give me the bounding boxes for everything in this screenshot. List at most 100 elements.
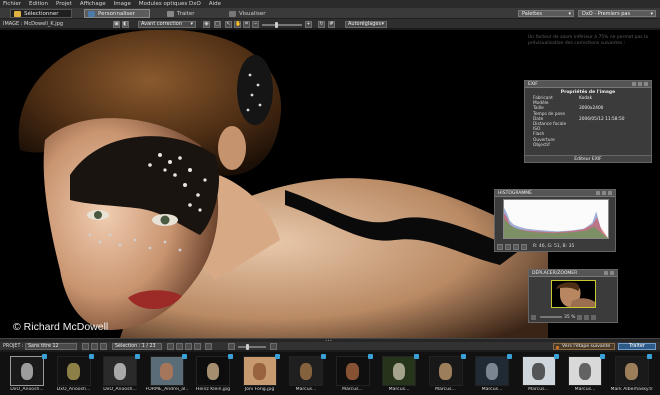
filmstrip-thumbnail bbox=[196, 356, 230, 386]
next-step-button[interactable]: Vers l'étape suivante bbox=[553, 343, 615, 350]
actual-size-icon[interactable] bbox=[591, 314, 597, 320]
filter-icon[interactable] bbox=[100, 343, 107, 350]
pin-icon[interactable] bbox=[632, 82, 636, 86]
filmstrip-item[interactable]: Joni Fong.jpg bbox=[239, 354, 281, 394]
flag-icon[interactable] bbox=[185, 343, 192, 350]
workspace-preset-dropdown[interactable]: DxO - Premiers pas ▾ bbox=[578, 10, 656, 17]
gear-icon bbox=[167, 10, 174, 17]
select-tool-icon[interactable]: ↖ bbox=[225, 20, 232, 28]
filmstrip-item[interactable]: Marcus... bbox=[285, 354, 327, 394]
filmstrip-item[interactable]: Marcus... bbox=[564, 354, 606, 394]
pin-icon[interactable] bbox=[596, 191, 600, 195]
zoom-in-icon[interactable]: + bbox=[305, 20, 312, 28]
zoom-slider[interactable] bbox=[262, 23, 302, 26]
rotate-left-icon[interactable] bbox=[167, 343, 174, 350]
pin-icon[interactable] bbox=[604, 271, 608, 275]
trash-icon[interactable] bbox=[205, 343, 212, 350]
menu-modules-optiques[interactable]: Modules optiques DxO bbox=[139, 0, 201, 8]
filmstrip-item[interactable]: FORME_Andrei_al... bbox=[146, 354, 188, 394]
rotate-right-icon[interactable] bbox=[176, 343, 183, 350]
exif-palette-header[interactable]: EXIF bbox=[525, 81, 651, 88]
filmstrip-item[interactable]: Marcus... bbox=[378, 354, 420, 394]
thumbnail-size-large-icon[interactable] bbox=[270, 343, 277, 350]
luminance-channel-icon[interactable] bbox=[505, 243, 511, 250]
exif-editor-button[interactable]: Editeur EXIF bbox=[525, 155, 651, 162]
zoom-slider-handle[interactable] bbox=[275, 21, 278, 28]
thumbnail-subject bbox=[392, 363, 406, 380]
filmstrip-item[interactable]: Marcus... bbox=[518, 354, 560, 394]
thumbnail-size-slider[interactable] bbox=[238, 345, 266, 348]
rgb-channel-icon[interactable] bbox=[497, 243, 503, 250]
thumbnail-size-small-icon[interactable] bbox=[228, 343, 235, 350]
project-name-field[interactable]: Sans titre 12 bbox=[25, 343, 77, 350]
filmstrip-item[interactable]: Marcus... bbox=[332, 354, 374, 394]
filmstrip-item[interactable]: Marcus... bbox=[471, 354, 513, 394]
palette-window-buttons bbox=[604, 271, 614, 275]
collapse-icon[interactable] bbox=[602, 191, 606, 195]
image-viewer[interactable]: Un facteur de zoom inférieur à 75% ne pe… bbox=[0, 30, 660, 338]
navigator-palette-header[interactable]: DÉPLACER/ZOOMER bbox=[529, 270, 617, 277]
crop-tool-icon[interactable]: ⌗ bbox=[243, 20, 250, 28]
collapse-icon[interactable] bbox=[638, 82, 642, 86]
color-picker-icon[interactable] bbox=[521, 243, 527, 250]
clipping-warning-icon[interactable] bbox=[513, 243, 519, 250]
navigator-palette: DÉPLACER/ZOOMER 35 % bbox=[528, 269, 618, 323]
menu-edition[interactable]: Edition bbox=[29, 0, 48, 8]
menu-image[interactable]: Image bbox=[114, 0, 131, 8]
selection-count: Sélection : 1 / 23 bbox=[112, 343, 162, 350]
exif-palette-title: EXIF bbox=[528, 81, 538, 87]
navigator-palette-title: DÉPLACER/ZOOMER bbox=[532, 270, 578, 276]
display-mode-button[interactable]: ◉ bbox=[203, 20, 210, 28]
process-button[interactable]: Traiter bbox=[618, 343, 656, 350]
navigator-thumbnail[interactable] bbox=[551, 280, 596, 308]
compare-mode-dropdown[interactable]: Avant correction ▾ bbox=[138, 20, 196, 28]
filmstrip-item[interactable]: DxO_Anoosh... bbox=[6, 354, 48, 394]
filmstrip-item[interactable]: DxO_Anoosh... bbox=[53, 354, 95, 394]
project-menu-icon[interactable] bbox=[82, 343, 89, 350]
close-icon[interactable] bbox=[608, 191, 612, 195]
filmstrip-caption: Marcus... bbox=[528, 387, 549, 392]
folder-icon bbox=[14, 10, 21, 17]
filmstrip-item[interactable]: Mark Alberhasky.tif bbox=[611, 354, 653, 394]
exif-table: Fabricant Kodak Modèle Taille 3000x2400 Te… bbox=[533, 96, 645, 148]
close-icon[interactable] bbox=[610, 271, 614, 275]
fit-icon[interactable] bbox=[584, 314, 590, 320]
rating-icon[interactable] bbox=[194, 343, 201, 350]
thumbnail-size-handle[interactable] bbox=[246, 343, 249, 350]
close-icon[interactable] bbox=[644, 82, 648, 86]
split-view-button[interactable]: ◧ bbox=[122, 20, 129, 28]
palettes-label: Palettes bbox=[522, 10, 542, 17]
zoom-in-icon[interactable] bbox=[577, 314, 583, 320]
filmstrip-item[interactable]: DxO_Anoosh... bbox=[99, 354, 141, 394]
histogram-toolbar: R: 46, G: 51, B: 35 bbox=[497, 242, 615, 251]
tab-personnaliser[interactable]: Personnaliser bbox=[84, 9, 150, 18]
zoom-out-icon[interactable]: − bbox=[252, 20, 259, 28]
menu-fichier[interactable]: Fichier bbox=[3, 0, 21, 8]
histogram-palette-header[interactable]: HISTOGRAMME bbox=[495, 190, 615, 197]
sort-icon[interactable] bbox=[91, 343, 98, 350]
grid-icon[interactable]: # bbox=[328, 20, 335, 28]
tab-selectionner[interactable]: Sélectionner bbox=[10, 9, 72, 18]
rotate-icon[interactable]: ↻ bbox=[318, 20, 325, 28]
filmstrip-thumbnail bbox=[475, 356, 509, 386]
zoom-out-icon[interactable] bbox=[531, 314, 536, 320]
tab-traiter[interactable]: Traiter bbox=[164, 9, 234, 18]
menu-affichage[interactable]: Affichage bbox=[80, 0, 106, 8]
tab-selectionner-label: Sélectionner bbox=[24, 10, 59, 17]
navigator-zoom-slider[interactable] bbox=[540, 316, 562, 318]
fit-screen-button[interactable]: □ bbox=[214, 20, 221, 28]
single-view-button[interactable]: ▣ bbox=[113, 20, 120, 28]
processed-badge-icon bbox=[321, 354, 326, 359]
filmstrip-caption: Marcus... bbox=[342, 387, 363, 392]
menu-aide[interactable]: Aide bbox=[209, 0, 221, 8]
thumbnail-subject bbox=[625, 363, 638, 380]
filmstrip-item[interactable]: Heinz Klein.jpg bbox=[192, 354, 234, 394]
filmstrip: DxO_Anoosh... DxO_Anoosh... DxO_Anoosh... F… bbox=[0, 352, 660, 395]
filmstrip-caption: DxO_Anoosh... bbox=[56, 387, 91, 392]
autosettings-dropdown[interactable]: Autoréglages ▾ bbox=[345, 20, 387, 28]
hand-tool-icon[interactable]: ✋ bbox=[234, 20, 241, 28]
tab-visualiser[interactable]: Visualiser bbox=[226, 9, 296, 18]
palettes-dropdown[interactable]: Palettes ▾ bbox=[518, 10, 574, 17]
menu-projet[interactable]: Projet bbox=[56, 0, 72, 8]
filmstrip-item[interactable]: Marcus... bbox=[425, 354, 467, 394]
